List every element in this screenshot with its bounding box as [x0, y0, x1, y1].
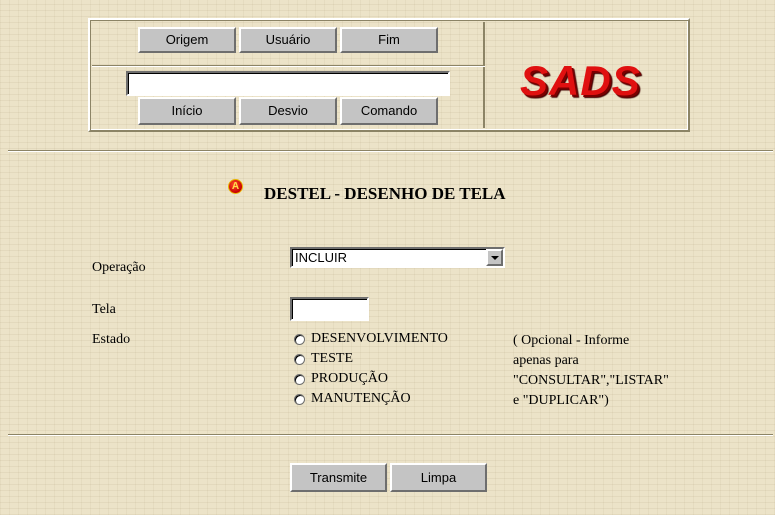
nav-divider [92, 65, 485, 67]
radio-label: PRODUÇÃO [311, 371, 389, 386]
comando-button[interactable]: Comando [340, 97, 438, 125]
nav-panel: Origem Usuário Fim Início Desvio Comando [92, 22, 485, 128]
divider-top [8, 150, 773, 152]
tela-label: Tela [92, 302, 116, 317]
chevron-down-icon[interactable] [486, 249, 503, 266]
transmit-button[interactable]: Transmite [290, 463, 387, 492]
operacao-select[interactable]: INCLUIR [290, 247, 505, 268]
radio-label: DESENVOLVIMENTO [311, 331, 448, 346]
tela-input[interactable] [290, 297, 369, 321]
estado-note: ( Opcional - Informe apenas para "CONSUL… [513, 331, 703, 411]
clear-button[interactable]: Limpa [390, 463, 487, 492]
note-line: e "DUPLICAR") [513, 393, 609, 408]
radio-label: TESTE [311, 351, 353, 366]
operacao-selected-value: INCLUIR [295, 250, 348, 265]
sads-logo: SADS [520, 57, 641, 104]
origem-button[interactable]: Origem [138, 27, 236, 53]
radio-label: MANUTENÇÃO [311, 391, 411, 406]
operacao-label: Operação [92, 260, 146, 275]
desvio-button[interactable]: Desvio [239, 97, 337, 125]
estado-label: Estado [92, 332, 131, 347]
usuario-button[interactable]: Usuário [239, 27, 337, 53]
note-line: ( Opcional - Informe [513, 333, 630, 348]
note-line: "CONSULTAR","LISTAR" [513, 373, 669, 388]
nav-frame: Origem Usuário Fim Início Desvio Comando… [88, 18, 690, 132]
inicio-button[interactable]: Início [138, 97, 236, 125]
radio-circle[interactable] [294, 394, 305, 405]
radio-circle[interactable] [294, 354, 305, 365]
radio-circle[interactable] [294, 374, 305, 385]
marker-a-icon: A [228, 179, 243, 194]
page-title: DESTEL - DESENHO DE TELA [264, 184, 506, 203]
divider-bottom [8, 434, 773, 436]
note-line: apenas para [513, 353, 579, 368]
command-input[interactable] [126, 71, 450, 96]
fim-button[interactable]: Fim [340, 27, 438, 53]
radio-circle[interactable] [294, 334, 305, 345]
